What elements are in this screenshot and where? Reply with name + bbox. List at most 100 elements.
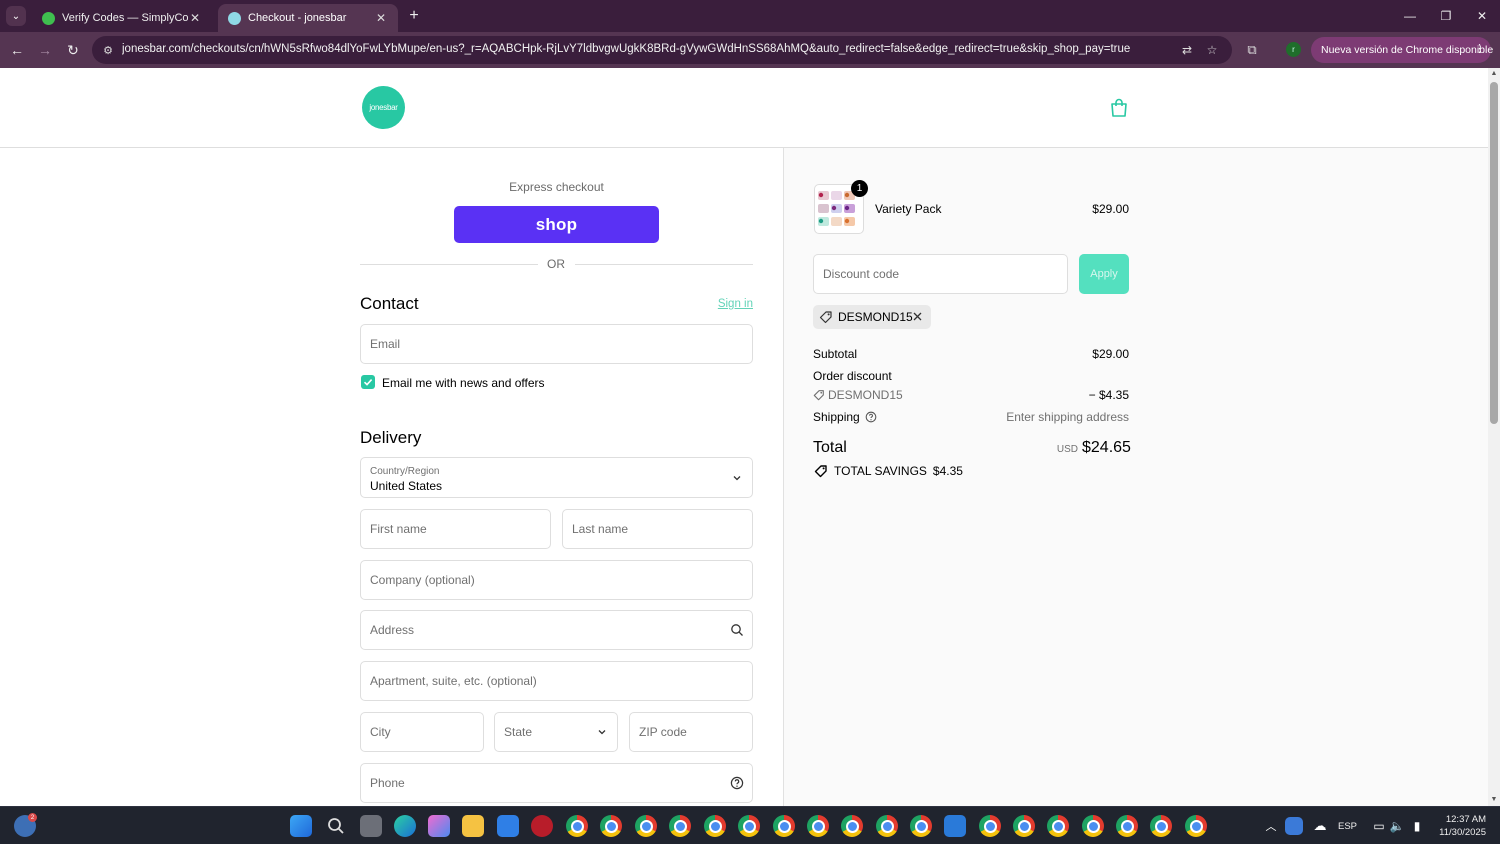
divider: [575, 264, 753, 265]
sign-in-link[interactable]: Sign in: [700, 298, 753, 310]
tab-title: Checkout - jonesbar: [248, 12, 347, 24]
remove-discount-close-icon[interactable]: [911, 310, 924, 323]
tray-app-icon[interactable]: [1285, 817, 1303, 835]
chrome-profile-icon[interactable]: [1082, 815, 1104, 837]
scrollbar-thumb[interactable]: [1490, 82, 1498, 424]
volume-icon[interactable]: 🔈: [1386, 815, 1408, 837]
product-price: $29.00: [1092, 202, 1129, 216]
browser-tab-bar: ⌄ Verify Codes — SimplyCodes ✕ Checkout …: [0, 0, 1500, 32]
state-select[interactable]: State: [494, 712, 618, 752]
email-field[interactable]: Email: [360, 324, 753, 364]
microsoft-store-icon[interactable]: [497, 815, 519, 837]
restore-icon[interactable]: ❐: [1431, 6, 1461, 26]
shopping-bag-icon[interactable]: [1110, 98, 1128, 118]
input-language[interactable]: ESP: [1338, 821, 1357, 832]
apartment-field[interactable]: Apartment, suite, etc. (optional): [360, 661, 753, 701]
chrome-profile-icon[interactable]: [841, 815, 863, 837]
chrome-profile-icon[interactable]: [1150, 815, 1172, 837]
extensions-puzzle-icon[interactable]: ⧉: [1243, 41, 1261, 59]
window-close-icon[interactable]: ✕: [1467, 6, 1497, 26]
chrome-profile-icon[interactable]: [1013, 815, 1035, 837]
tray-chevron-up-icon[interactable]: ︿: [1260, 815, 1282, 837]
chrome-profile-icon[interactable]: [1047, 815, 1069, 837]
phone-field[interactable]: Phone: [360, 763, 753, 803]
edge-icon[interactable]: [394, 815, 416, 837]
forward-arrow-icon[interactable]: →: [34, 39, 56, 61]
address-bar[interactable]: ⚙ jonesbar.com/checkouts/cn/hWN5sRfwo84d…: [92, 36, 1232, 64]
chevron-down-icon: [733, 475, 741, 480]
country-select[interactable]: Country/Region United States: [360, 457, 753, 498]
close-tab-icon[interactable]: ✕: [374, 11, 388, 25]
last-name-field[interactable]: Last name: [562, 509, 753, 549]
city-field[interactable]: City: [360, 712, 484, 752]
close-tab-icon[interactable]: ✕: [188, 11, 202, 25]
page-scrollbar[interactable]: ▲ ▼: [1488, 68, 1500, 806]
company-placeholder: Company (optional): [370, 573, 475, 587]
search-icon[interactable]: [325, 815, 347, 837]
task-view-icon[interactable]: [360, 815, 382, 837]
chrome-profile-icon[interactable]: [738, 815, 760, 837]
chrome-update-button[interactable]: Nueva versión de Chrome disponible ⋮: [1311, 37, 1493, 63]
newsletter-checkbox[interactable]: [361, 375, 375, 389]
reload-icon[interactable]: ↻: [62, 39, 84, 61]
battery-icon[interactable]: ▮: [1406, 815, 1428, 837]
discount-code-name: DESMOND15: [828, 388, 903, 402]
tab-search-chevron-icon[interactable]: ⌄: [6, 6, 26, 26]
scroll-up-icon[interactable]: ▲: [1490, 70, 1498, 78]
profile-avatar[interactable]: r: [1286, 42, 1301, 57]
chrome-profile-icon[interactable]: [704, 815, 726, 837]
apply-discount-button[interactable]: Apply: [1079, 254, 1129, 294]
first-name-placeholder: First name: [370, 522, 427, 536]
applied-code-text: DESMOND15: [838, 310, 913, 324]
savings-value: $4.35: [932, 464, 963, 478]
chrome-profile-icon[interactable]: [566, 815, 588, 837]
jonesbar-logo[interactable]: jonesbar: [362, 86, 405, 129]
chrome-profile-icon[interactable]: [910, 815, 932, 837]
shop-pay-button[interactable]: shop: [454, 206, 659, 243]
chrome-profile-icon[interactable]: [635, 815, 657, 837]
bookmark-star-icon[interactable]: ☆: [1204, 42, 1220, 58]
chrome-profile-icon[interactable]: [773, 815, 795, 837]
tab-checkout-jonesbar[interactable]: Checkout - jonesbar ✕: [218, 4, 398, 32]
url-text[interactable]: jonesbar.com/checkouts/cn/hWN5sRfwo84dlY…: [122, 43, 1162, 55]
chrome-profile-icon[interactable]: [1116, 815, 1138, 837]
back-arrow-icon[interactable]: ←: [6, 39, 28, 61]
tab-verify-codes[interactable]: Verify Codes — SimplyCodes ✕: [32, 4, 212, 32]
menu-kebab-icon[interactable]: ⋮: [1474, 42, 1485, 55]
address-field[interactable]: Address: [360, 610, 753, 650]
clock-date[interactable]: 11/30/2025: [1428, 827, 1486, 838]
company-field[interactable]: Company (optional): [360, 560, 753, 600]
chrome-profile-icon[interactable]: [979, 815, 1001, 837]
tag-icon: [819, 311, 832, 324]
savings-tag-icon: [814, 465, 827, 478]
file-explorer-icon[interactable]: [462, 815, 484, 837]
first-name-field[interactable]: First name: [360, 509, 551, 549]
scroll-down-icon[interactable]: ▼: [1490, 796, 1498, 804]
newsletter-label[interactable]: Email me with news and offers: [382, 376, 545, 390]
windows-start-icon[interactable]: [290, 815, 312, 837]
discount-code-field[interactable]: Discount code: [813, 254, 1068, 294]
chrome-profile-icon-active[interactable]: [669, 815, 691, 837]
shipping-value: Enter shipping address: [1006, 410, 1129, 424]
translate-icon[interactable]: ⇄: [1179, 42, 1195, 58]
chrome-profile-icon[interactable]: [600, 815, 622, 837]
state-placeholder: State: [504, 725, 533, 739]
shield-app-icon[interactable]: [944, 815, 966, 837]
new-tab-plus-icon[interactable]: +: [404, 6, 424, 26]
copilot-icon[interactable]: [428, 815, 450, 837]
last-name-placeholder: Last name: [572, 522, 629, 536]
chrome-profile-icon[interactable]: [876, 815, 898, 837]
chrome-profile-icon[interactable]: [807, 815, 829, 837]
site-info-icon[interactable]: ⚙: [100, 42, 116, 58]
minimize-icon[interactable]: —: [1395, 6, 1425, 26]
quantity-badge: 1: [851, 180, 868, 197]
zip-field[interactable]: ZIP code: [629, 712, 753, 752]
app-icon[interactable]: [531, 815, 553, 837]
clock-time[interactable]: 12:37 AM: [1428, 814, 1486, 825]
checkmark-icon: [363, 379, 373, 386]
browser-toolbar: ← → ↻ ⚙ jonesbar.com/checkouts/cn/hWN5sR…: [0, 32, 1500, 68]
help-circle-icon[interactable]: [865, 411, 877, 423]
help-circle-icon[interactable]: [730, 776, 744, 790]
chrome-profile-icon[interactable]: [1185, 815, 1207, 837]
onedrive-cloud-icon[interactable]: ☁: [1309, 815, 1331, 837]
